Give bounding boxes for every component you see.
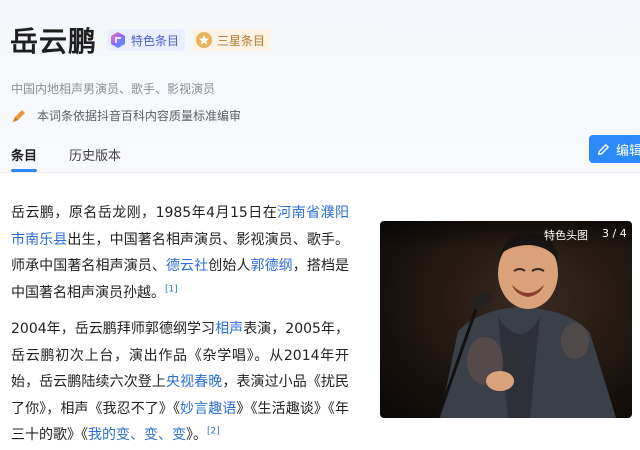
edit-button[interactable]: 编辑 xyxy=(589,135,640,163)
star-badge[interactable]: 三星条目 xyxy=(193,29,272,51)
link-guodegang[interactable]: 郭德纲 xyxy=(251,258,293,274)
article-paragraph: 2004年，岳云鹏拜师郭德纲学习相声表演，2005年，岳云鹏初次上台，演出作品《… xyxy=(11,316,349,449)
article-paragraph: 岳云鹏，原名岳龙刚，1985年4月15日在河南省濮阳市南乐县出生，中国著名相声演… xyxy=(11,200,349,306)
divider xyxy=(0,172,640,173)
photo-overlay xyxy=(380,221,632,249)
link-deyunshe[interactable]: 德云社 xyxy=(166,258,208,274)
link-miaoyanquyu[interactable]: 妙言趣语 xyxy=(180,401,236,417)
star-badge-label: 三星条目 xyxy=(217,33,266,48)
link-xiangsheng[interactable]: 相声 xyxy=(215,321,243,337)
photo-label: 特色头图 xyxy=(544,229,588,242)
performer-illustration xyxy=(436,232,616,418)
text: 2004年，岳云鹏拜师郭德纲学习 xyxy=(11,321,216,337)
pen-icon xyxy=(11,108,27,124)
star-icon xyxy=(195,31,213,49)
article-body: 岳云鹏，原名岳龙刚，1985年4月15日在河南省濮阳市南乐县出生，中国著名相声演… xyxy=(11,200,349,450)
text: 岳云鹏，原名岳龙刚，1985年4月15日在 xyxy=(11,205,278,221)
featured-photo[interactable]: 特色头图 3 / 4 xyxy=(380,221,632,418)
edit-button-label: 编辑 xyxy=(616,143,640,159)
link-chunwan[interactable]: 央视春晚 xyxy=(166,374,222,390)
title-row: 岳云鹏 特色条目 三星条目 xyxy=(10,22,279,58)
feature-icon xyxy=(109,31,127,49)
subtitle: 中国内地相声男演员、歌手、影视演员 xyxy=(11,82,216,96)
edit-icon xyxy=(598,143,610,155)
text: 》。 xyxy=(186,427,207,443)
review-note-text: 本词条依据抖音百科内容质量标准编审 xyxy=(37,109,242,123)
tab-entry[interactable]: 条目 xyxy=(11,145,38,172)
reference-1[interactable]: [1] xyxy=(165,284,178,294)
photo-counter: 3 / 4 xyxy=(602,227,627,240)
page-title: 岳云鹏 xyxy=(10,25,98,58)
feature-badge[interactable]: 特色条目 xyxy=(107,29,186,51)
tab-bar: 条目 历史版本 xyxy=(11,145,153,172)
tab-history[interactable]: 历史版本 xyxy=(69,145,121,172)
link-wodebian[interactable]: 我的变、变、变 xyxy=(88,427,186,443)
review-note: 本词条依据抖音百科内容质量标准编审 xyxy=(11,107,241,124)
reference-2[interactable]: [2] xyxy=(207,426,220,436)
feature-badge-label: 特色条目 xyxy=(131,33,180,48)
text: 创始人 xyxy=(208,258,251,274)
